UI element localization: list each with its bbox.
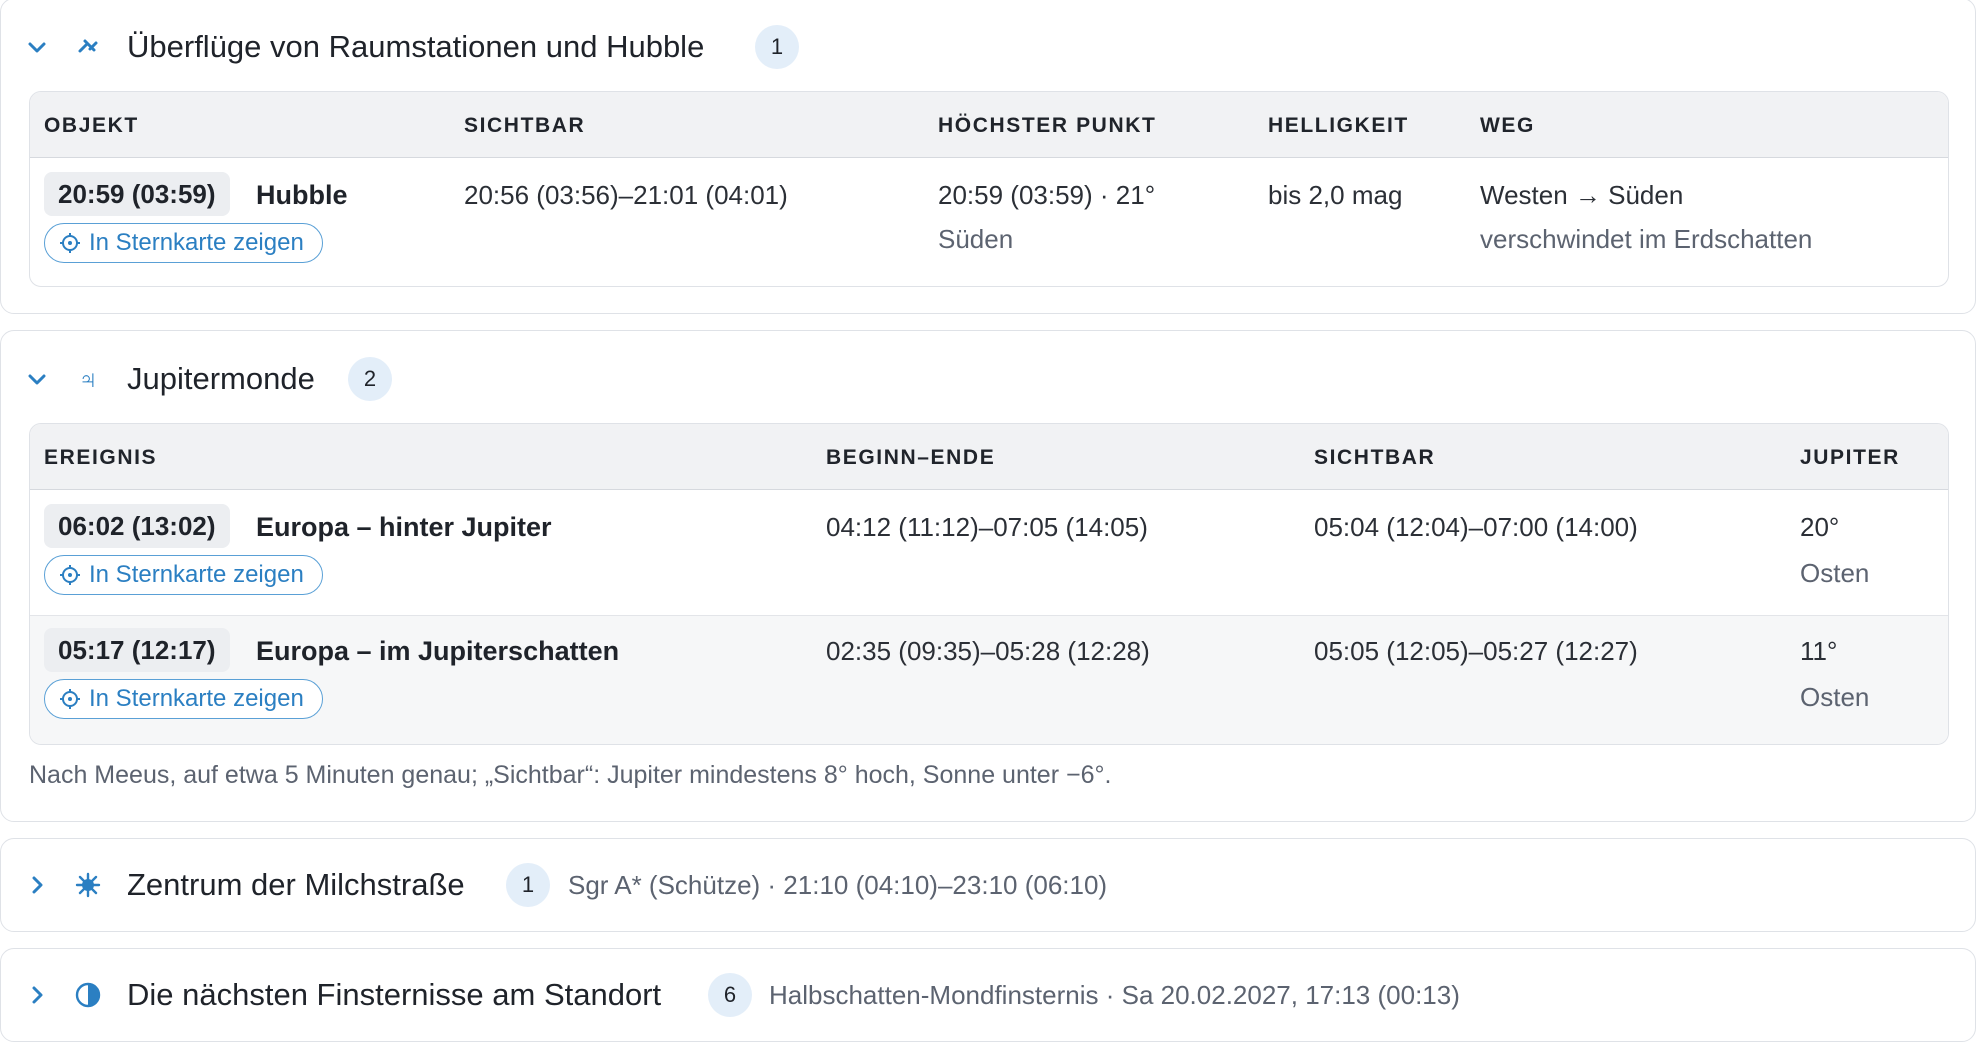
section-title: Jupitermonde [127,361,315,396]
section-title: Die nächsten Finsternisse am Standort [127,977,662,1012]
table-header: EREIGNIS BEGINN–ENDE SICHTBAR JUPITER [30,424,1948,490]
event-name: Europa – hinter Jupiter [256,512,552,542]
button-label: In Sternkarte zeigen [89,561,304,588]
col-header: HÖCHSTER PUNKT [938,114,1157,137]
count-badge: 1 [506,863,550,907]
section-summary: Sgr A* (Schütze) · 21:10 (04:10)–23:10 (… [568,869,1108,900]
event-name: Europa – im Jupiterschatten [256,636,620,666]
chevron-down-icon[interactable] [25,367,49,391]
col-header: SICHTBAR [464,114,586,137]
col-header: JUPITER [1800,446,1900,469]
section-milkyway-center[interactable]: Zentrum der Milchstraße 1 Sgr A* (Schütz… [0,838,1976,932]
show-in-starmap-button[interactable]: In Sternkarte zeigen [44,679,323,719]
path-note: verschwindet im Erdschatten [1480,224,1813,254]
time-badge: 06:02 (13:02) [44,504,230,548]
button-label: In Sternkarte zeigen [89,229,304,256]
satellite-table: OBJEKT SICHTBAR HÖCHSTER PUNKT HELLIGKEI… [29,91,1949,287]
jupiter-symbol-icon: ♃ [78,363,98,394]
chevron-down-icon[interactable] [25,35,49,59]
show-in-starmap-button[interactable]: In Sternkarte zeigen [44,555,323,595]
section-header[interactable]: Überflüge von Raumstationen und Hubble 1 [1,17,1975,77]
chevron-right-icon[interactable] [25,983,49,1007]
visible-range: 20:56 (03:56)–21:01 (04:01) [464,180,788,210]
table-header: OBJEKT SICHTBAR HÖCHSTER PUNKT HELLIGKEI… [30,92,1948,158]
section-eclipses[interactable]: Die nächsten Finsternisse am Standort 6 … [0,948,1976,1042]
section-title: Zentrum der Milchstraße [127,867,465,902]
visible-range: 05:05 (12:05)–05:27 (12:27) [1314,636,1638,666]
brightness-value: bis 2,0 mag [1268,180,1403,210]
peak-direction: Süden [938,224,1014,254]
col-header: BEGINN–ENDE [826,446,996,469]
jupiter-direction: Osten [1800,682,1870,712]
col-header: HELLIGKEIT [1268,114,1409,137]
button-label: In Sternkarte zeigen [89,685,304,712]
object-name: Hubble [256,180,348,210]
col-header: SICHTBAR [1314,446,1436,469]
count-badge: 6 [708,973,752,1017]
col-header: EREIGNIS [44,446,158,469]
section-title: Überflüge von Raumstationen und Hubble [127,29,705,64]
section-jupiter-moons: ♃ Jupitermonde 2 EREIGNIS BEGINN–ENDE SI… [0,330,1976,822]
section-header[interactable]: Zentrum der Milchstraße 1 Sgr A* (Schütz… [1,855,1975,915]
table-row: 20:59 (03:59) Hubble In Sternkarte zeige… [30,158,1948,286]
section-header[interactable]: Die nächsten Finsternisse am Standort 6 … [1,965,1975,1025]
jupiter-altitude: 20° [1800,512,1840,542]
satellite-icon [73,32,103,62]
section-summary: Halbschatten-Mondfinsternis · Sa 20.02.2… [769,979,1460,1010]
begin-end: 04:12 (11:12)–07:05 (14:05) [826,512,1148,542]
crosshair-icon [60,689,80,709]
jupiter-table: EREIGNIS BEGINN–ENDE SICHTBAR JUPITER 06… [29,423,1949,745]
jupiter-direction: Osten [1800,558,1870,588]
crosshair-icon [60,565,80,585]
show-in-starmap-button[interactable]: In Sternkarte zeigen [44,223,323,263]
crosshair-icon [60,233,80,253]
footnote: Nach Meeus, auf etwa 5 Minuten genau; „S… [29,761,1112,789]
peak-value: 20:59 (03:59) · 21° [938,180,1156,210]
section-satellite-passes: Überflüge von Raumstationen und Hubble 1… [0,0,1976,314]
time-badge: 05:17 (12:17) [44,628,230,672]
count-badge: 1 [755,25,799,69]
table-row: 05:17 (12:17) Europa – im Jupiterschatte… [30,615,1948,744]
chevron-right-icon[interactable] [25,873,49,897]
jupiter-altitude: 11° [1800,636,1838,666]
time-badge: 20:59 (03:59) [44,172,230,216]
path-value: Westen → Süden [1480,180,1684,210]
section-header[interactable]: ♃ Jupitermonde 2 [1,349,1975,409]
col-header: OBJEKT [44,114,139,137]
half-circle-icon [73,980,103,1010]
galaxy-burst-icon [73,870,103,900]
col-header: WEG [1480,114,1535,137]
count-badge: 2 [348,357,392,401]
visible-range: 05:04 (12:04)–07:00 (14:00) [1314,512,1638,542]
table-row: 06:02 (13:02) Europa – hinter Jupiter In… [30,490,1948,615]
begin-end: 02:35 (09:35)–05:28 (12:28) [826,636,1150,666]
